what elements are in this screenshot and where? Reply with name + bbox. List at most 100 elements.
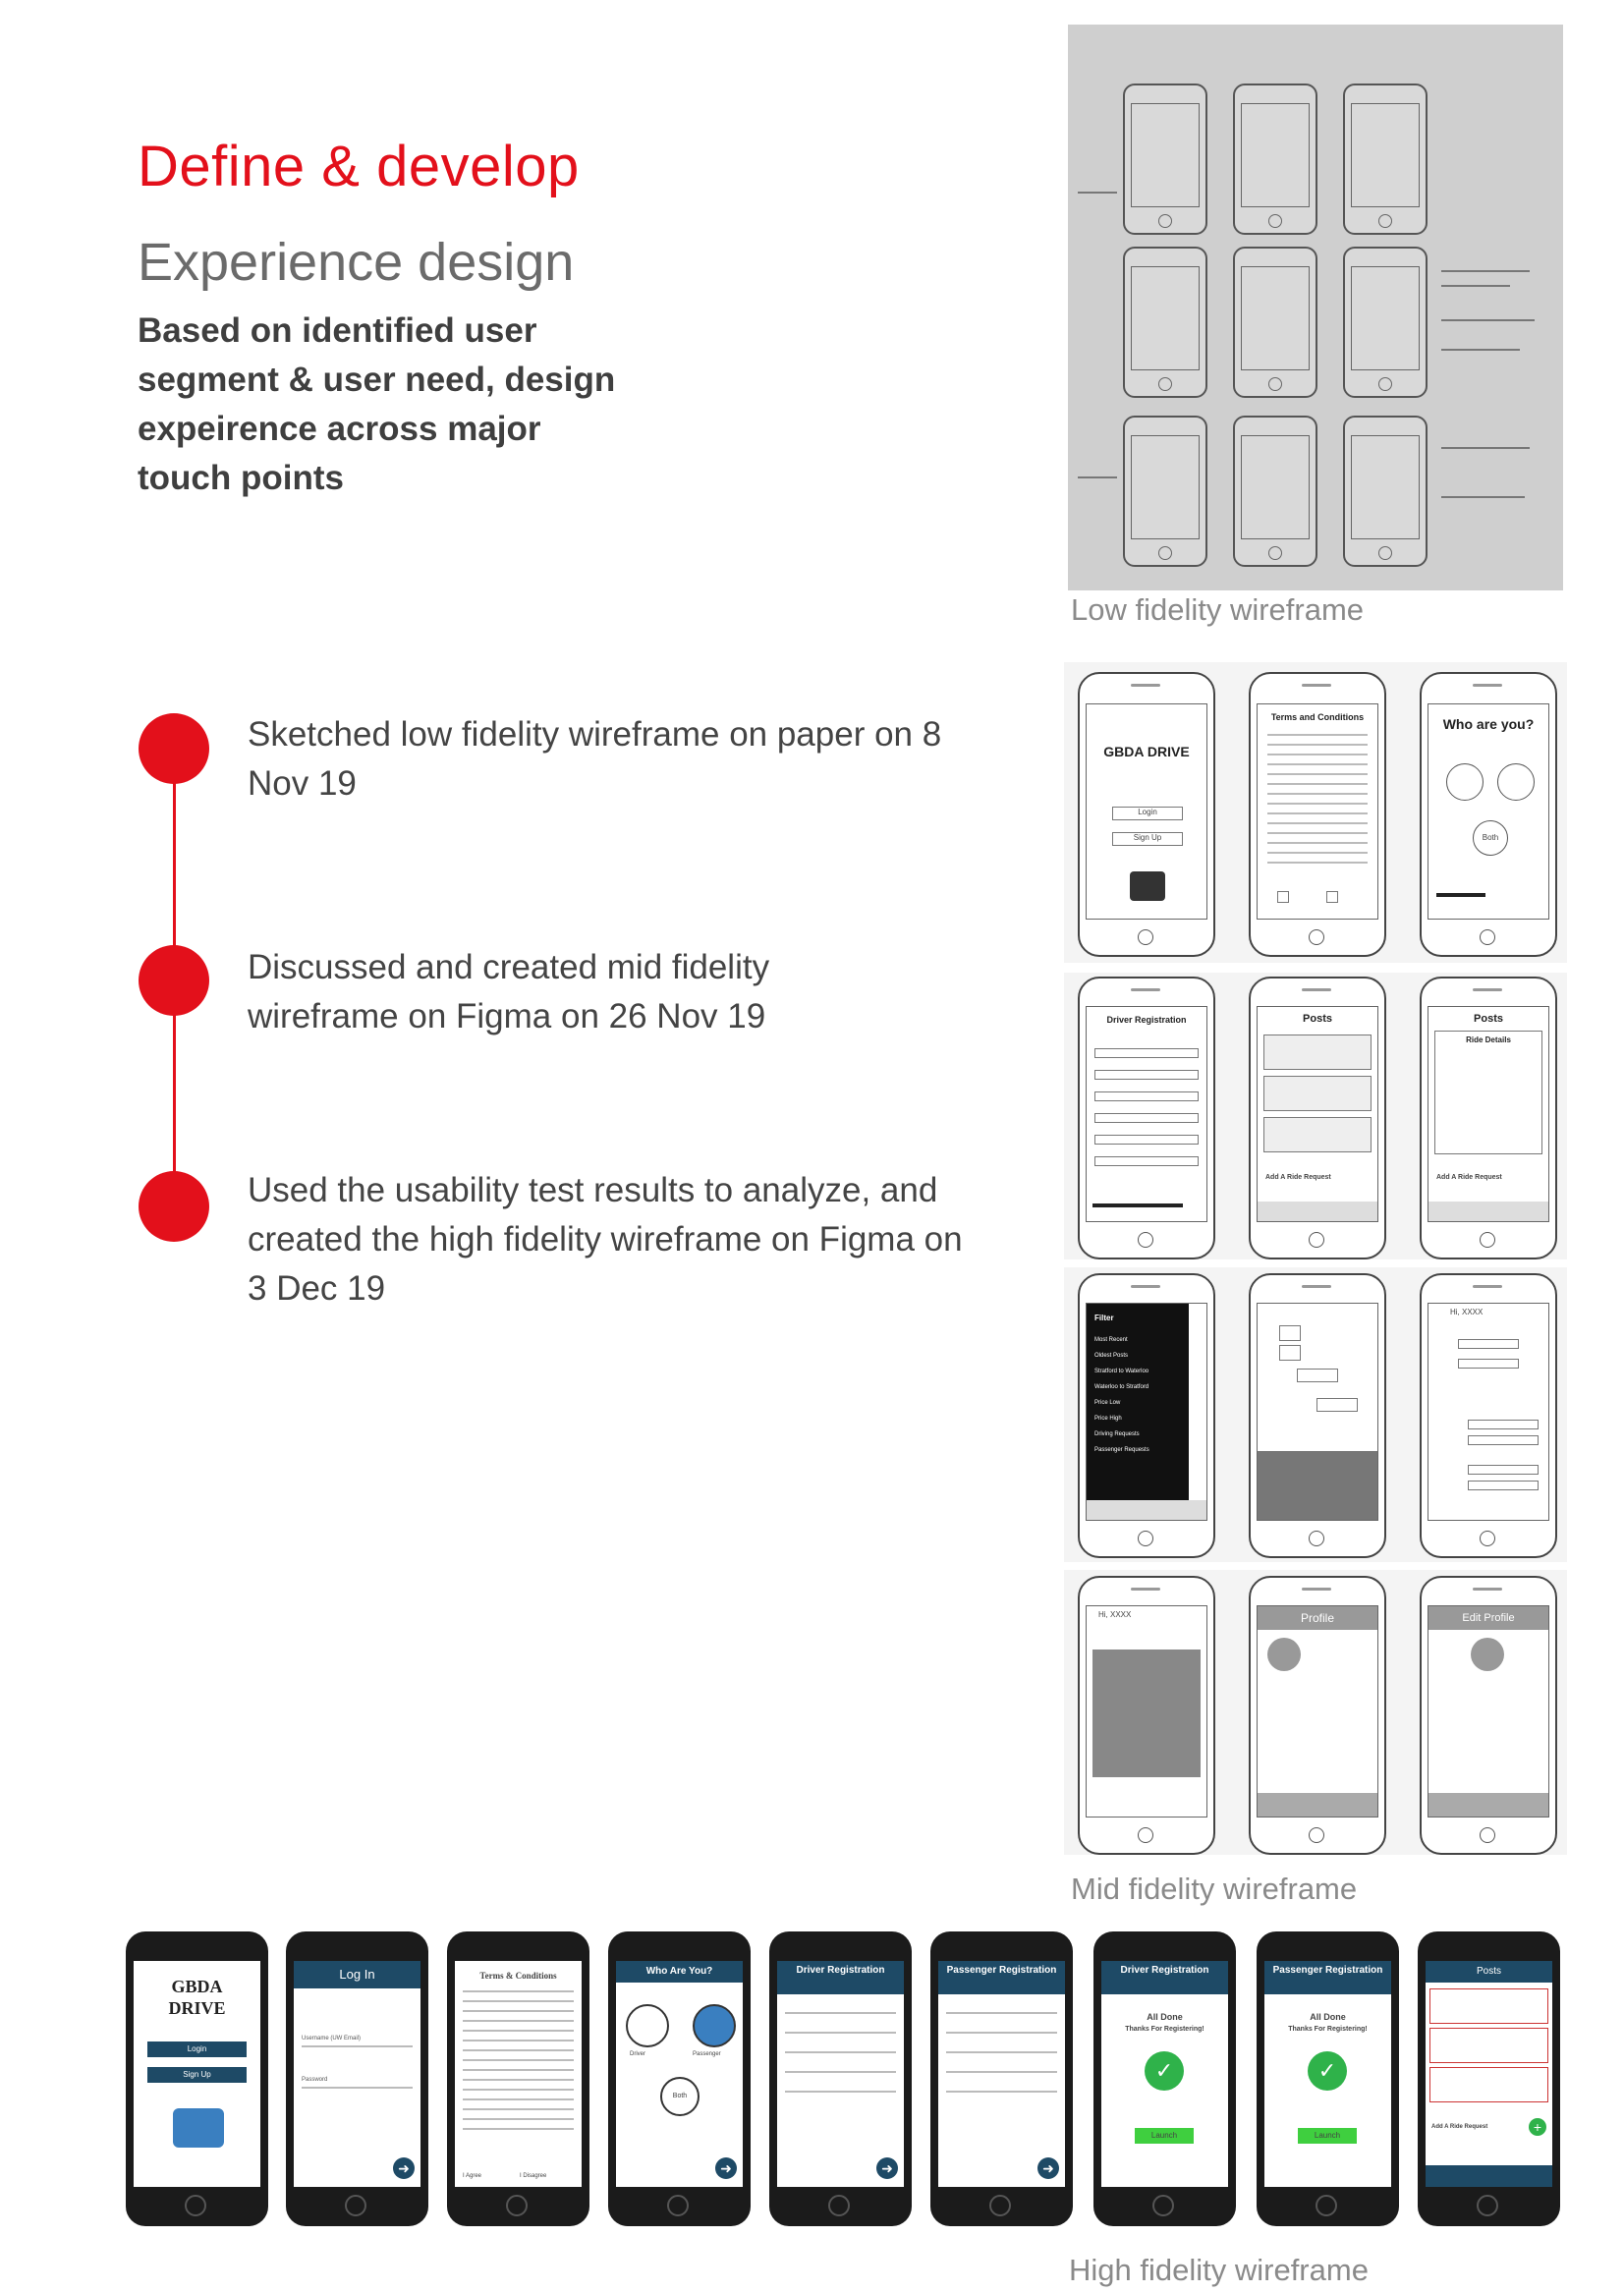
next-arrow-icon[interactable]: ➜ bbox=[393, 2157, 415, 2179]
mid-signup-button[interactable]: Sign Up bbox=[1112, 832, 1183, 846]
progress-bar bbox=[1436, 893, 1485, 897]
mid-phone-start: GBDA DRIVE Login Sign Up bbox=[1078, 672, 1215, 957]
mid-reg-field[interactable] bbox=[1094, 1048, 1199, 1058]
hifi-signup-button[interactable]: Sign Up bbox=[147, 2067, 247, 2083]
passenger-icon[interactable] bbox=[693, 2004, 736, 2047]
post-card[interactable] bbox=[1263, 1035, 1372, 1070]
page-title: Define & develop bbox=[138, 135, 580, 198]
post-card[interactable] bbox=[1263, 1117, 1372, 1152]
hifi-phone-driver-done: Driver Registration All Done Thanks For … bbox=[1093, 1931, 1236, 2226]
filter-menu: Filter Most Recent Oldest Posts Stratfor… bbox=[1087, 1304, 1189, 1500]
keyboard[interactable] bbox=[1258, 1451, 1377, 1520]
all-done-text: All Done bbox=[1310, 2012, 1346, 2022]
mid-reg-field[interactable] bbox=[1094, 1113, 1199, 1123]
page-subtitle: Experience design bbox=[138, 233, 575, 292]
post-card[interactable] bbox=[1429, 1988, 1548, 2024]
disagree-checkbox[interactable]: I Disagree bbox=[520, 2173, 546, 2179]
mid-phone-request: Hi, XXXX bbox=[1420, 1273, 1557, 1558]
hifi-add-ride-label[interactable]: Add A Ride Request bbox=[1431, 2124, 1487, 2130]
mid-reg-field[interactable] bbox=[1094, 1070, 1199, 1080]
hifi-phone-who: Who Are You? Driver Passenger Both ➜ bbox=[608, 1931, 751, 2226]
next-arrow-icon[interactable]: ➜ bbox=[1037, 2157, 1059, 2179]
filter-item[interactable]: Most Recent bbox=[1094, 1337, 1128, 1343]
reg-field[interactable] bbox=[946, 2012, 1057, 2014]
thanks-text: Thanks For Registering! bbox=[1125, 2026, 1204, 2033]
mid-who-title: Who are you? bbox=[1442, 716, 1535, 732]
hifi-phone-passenger-reg: Passenger Registration ➜ bbox=[930, 1931, 1073, 2226]
mid-fidelity-row-4: Hi, XXXX Profile Edit Profile bbox=[1064, 1570, 1567, 1855]
request-field[interactable] bbox=[1468, 1435, 1539, 1445]
post-card[interactable] bbox=[1429, 2067, 1548, 2102]
check-icon: ✓ bbox=[1145, 2051, 1184, 2091]
agree-checkbox[interactable] bbox=[1277, 891, 1289, 903]
timeline-text-3: Used the usability test results to analy… bbox=[248, 1171, 963, 1308]
hifi-passenger-reg-title: Passenger Registration bbox=[938, 1961, 1065, 1994]
username-input[interactable] bbox=[302, 2045, 413, 2047]
mid-login-button[interactable]: Login bbox=[1112, 807, 1183, 820]
driver-icon[interactable] bbox=[1446, 763, 1484, 801]
reg-field[interactable] bbox=[946, 2051, 1057, 2053]
reg-field[interactable] bbox=[785, 2071, 896, 2073]
mid-phone-edit-profile: Edit Profile bbox=[1420, 1576, 1557, 1855]
agree-checkbox[interactable]: I Agree bbox=[463, 2173, 481, 2179]
username-label: Username (UW Email) bbox=[302, 2036, 362, 2041]
all-done-text: All Done bbox=[1147, 2012, 1183, 2022]
next-arrow-icon[interactable]: ➜ bbox=[715, 2157, 737, 2179]
mid-terms-title: Terms and Conditions bbox=[1270, 712, 1365, 722]
request-field[interactable] bbox=[1458, 1339, 1519, 1349]
chat-bubble bbox=[1297, 1369, 1338, 1382]
ride-details-dialog: Ride Details bbox=[1434, 1031, 1542, 1154]
reg-field[interactable] bbox=[785, 2091, 896, 2093]
mid-add-ride-label[interactable]: Add A Ride Request bbox=[1265, 1174, 1331, 1181]
hifi-phone-posts: Posts Add A Ride Request + bbox=[1418, 1931, 1560, 2226]
mid-phone-profile: Profile bbox=[1249, 1576, 1386, 1855]
disagree-checkbox[interactable] bbox=[1326, 891, 1338, 903]
mid-reg-field[interactable] bbox=[1094, 1091, 1199, 1101]
post-card[interactable] bbox=[1263, 1076, 1372, 1111]
reg-field[interactable] bbox=[946, 2091, 1057, 2093]
filter-item[interactable]: Waterloo to Stratford bbox=[1094, 1384, 1148, 1390]
filter-item[interactable]: Stratford to Waterloo bbox=[1094, 1369, 1148, 1374]
request-field[interactable] bbox=[1468, 1420, 1539, 1429]
hifi-phone-passenger-done: Passenger Registration All Done Thanks F… bbox=[1257, 1931, 1399, 2226]
password-input[interactable] bbox=[302, 2087, 413, 2089]
launch-button[interactable]: Launch bbox=[1135, 2128, 1194, 2144]
reg-field[interactable] bbox=[785, 2012, 896, 2014]
bottom-nav bbox=[1087, 1500, 1206, 1520]
mid-add-ride-label[interactable]: Add A Ride Request bbox=[1436, 1174, 1502, 1181]
hifi-driver-reg-title: Driver Registration bbox=[777, 1961, 904, 1994]
reg-field[interactable] bbox=[946, 2032, 1057, 2034]
post-card[interactable] bbox=[1429, 2028, 1548, 2063]
filter-item[interactable]: Driving Requests bbox=[1094, 1431, 1140, 1437]
mid-phone-driver-reg: Driver Registration bbox=[1078, 977, 1215, 1259]
mid-reg-field[interactable] bbox=[1094, 1156, 1199, 1166]
reg-field[interactable] bbox=[785, 2032, 896, 2034]
filter-item[interactable]: Price High bbox=[1094, 1416, 1122, 1422]
mid-both-button[interactable]: Both bbox=[1473, 820, 1508, 856]
request-field[interactable] bbox=[1468, 1465, 1539, 1475]
add-icon[interactable]: + bbox=[1529, 2118, 1546, 2136]
chat-bubble bbox=[1279, 1345, 1301, 1361]
request-field[interactable] bbox=[1468, 1481, 1539, 1490]
driver-icon[interactable] bbox=[626, 2004, 669, 2047]
mid-edit-profile-title: Edit Profile bbox=[1428, 1606, 1548, 1630]
next-arrow-icon[interactable]: ➜ bbox=[876, 2157, 898, 2179]
calendar-picker[interactable] bbox=[1092, 1650, 1201, 1777]
hifi-phone-terms: Terms & Conditions I Agree I Disagree bbox=[447, 1931, 589, 2226]
mid-phone-calendar: Hi, XXXX bbox=[1078, 1576, 1215, 1855]
mid-posts-title: Posts bbox=[1474, 1013, 1503, 1025]
filter-item[interactable]: Passenger Requests bbox=[1094, 1447, 1149, 1453]
filter-item[interactable]: Oldest Posts bbox=[1094, 1353, 1128, 1359]
reg-field[interactable] bbox=[946, 2071, 1057, 2073]
mid-reg-field[interactable] bbox=[1094, 1135, 1199, 1145]
filter-title: Filter bbox=[1094, 1314, 1114, 1322]
hifi-both-button[interactable]: Both bbox=[660, 2077, 700, 2116]
passenger-icon[interactable] bbox=[1497, 763, 1535, 801]
ride-details-title: Ride Details bbox=[1466, 1035, 1511, 1044]
filter-item[interactable]: Price Low bbox=[1094, 1400, 1120, 1406]
mid-phone-ride-details: Posts Ride Details Add A Ride Request bbox=[1420, 977, 1557, 1259]
hifi-login-button[interactable]: Login bbox=[147, 2041, 247, 2057]
reg-field[interactable] bbox=[785, 2051, 896, 2053]
launch-button[interactable]: Launch bbox=[1298, 2128, 1357, 2144]
request-field[interactable] bbox=[1458, 1359, 1519, 1369]
